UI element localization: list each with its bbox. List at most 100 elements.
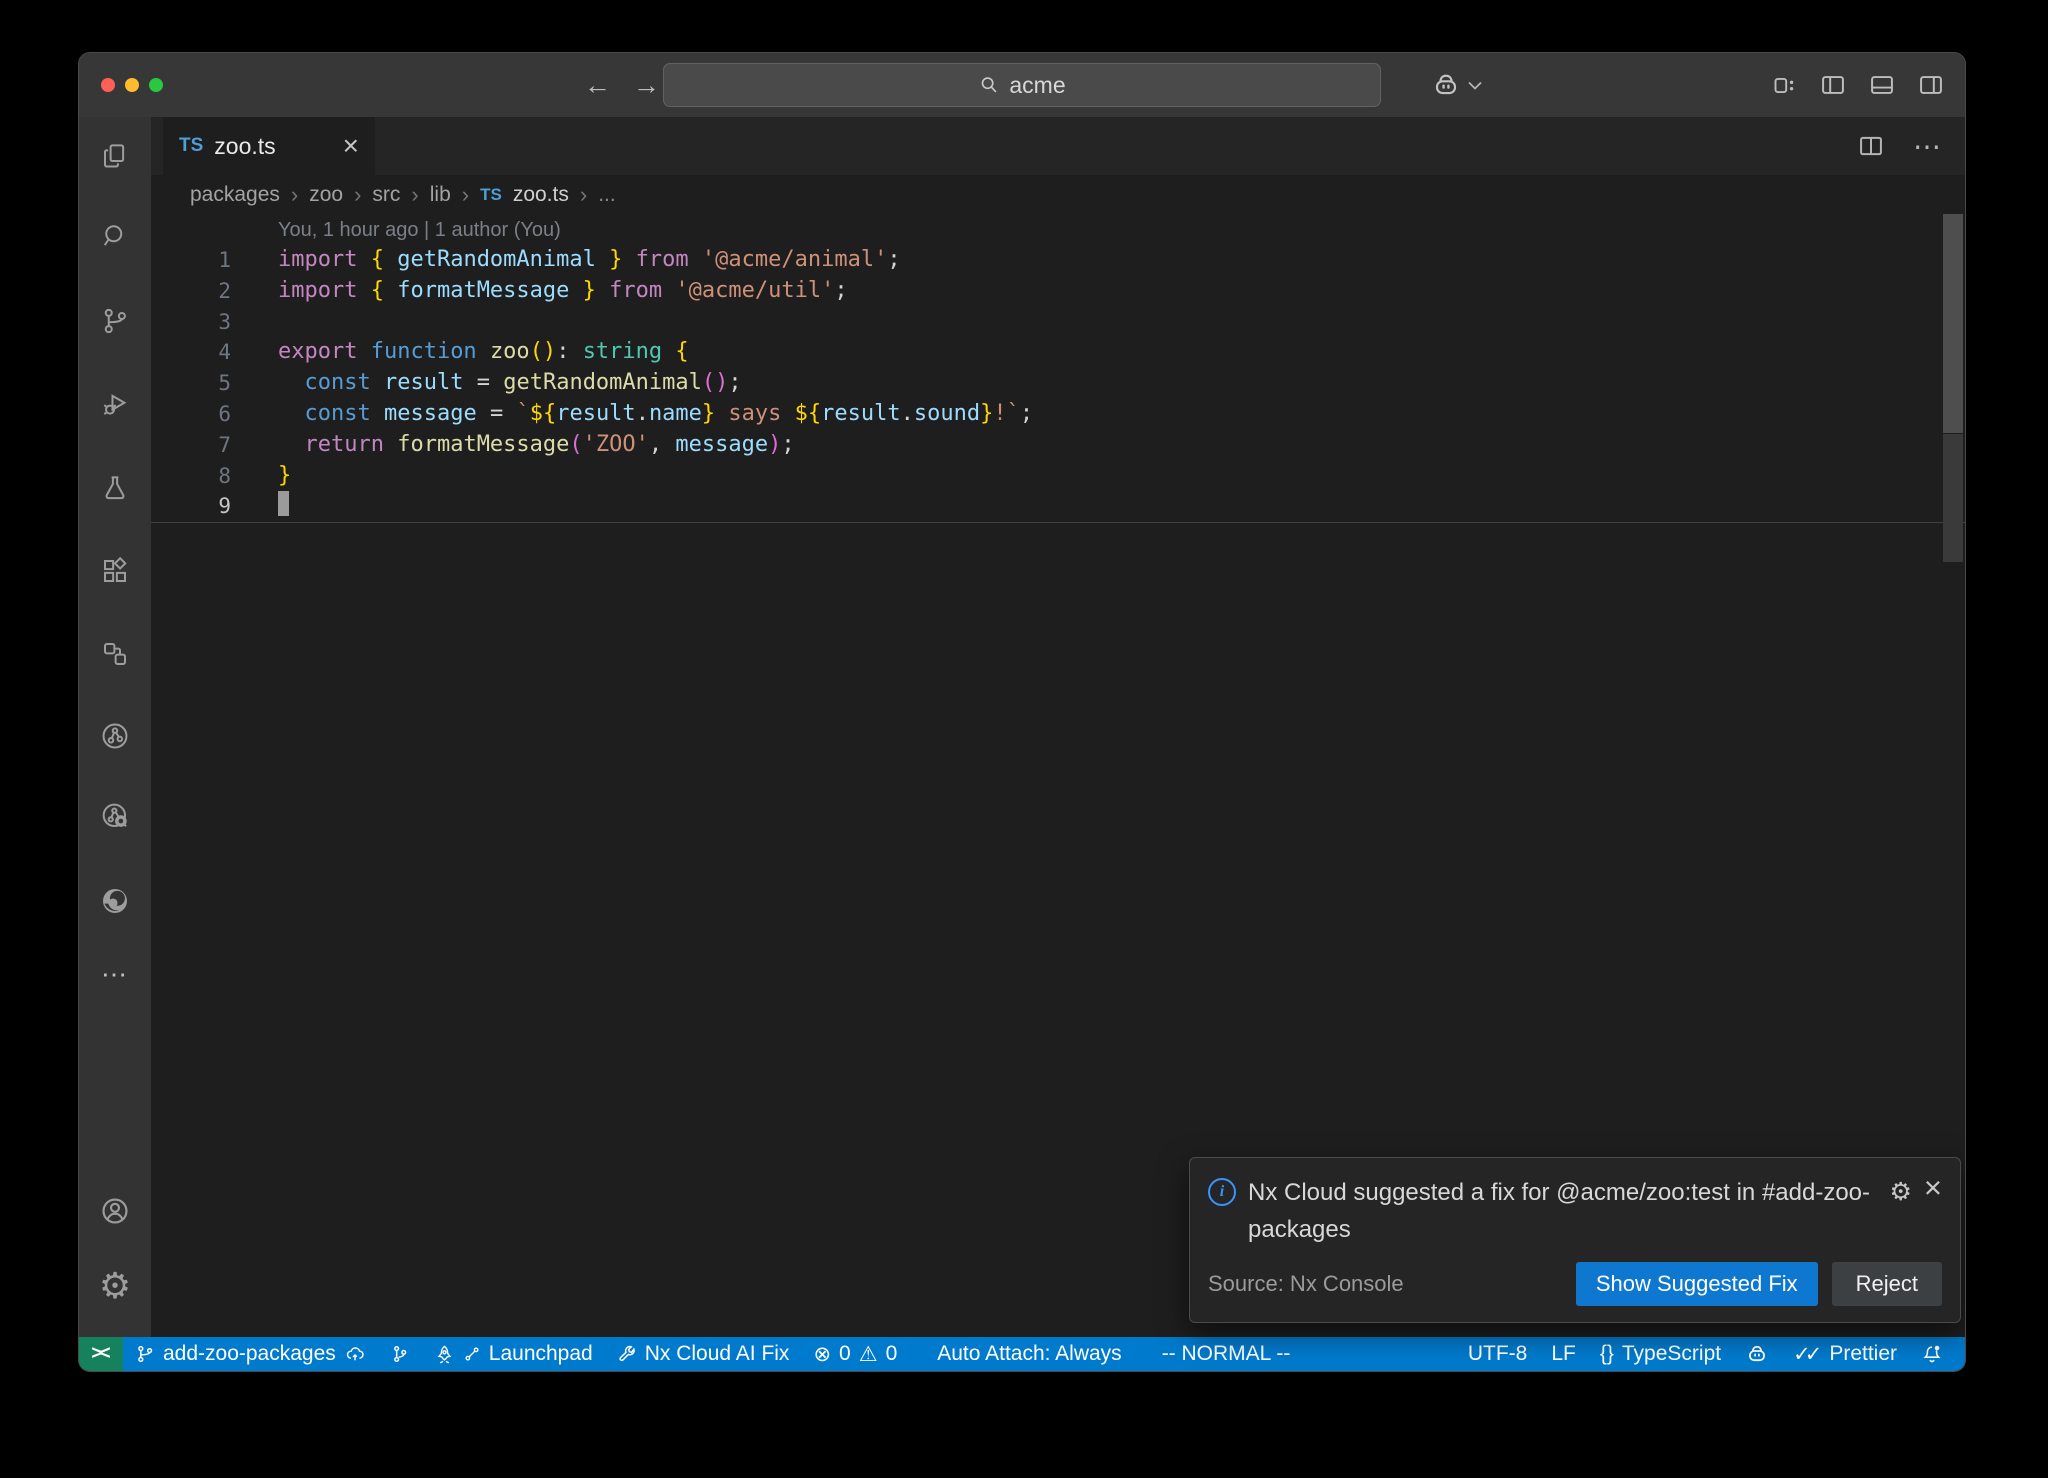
zoom-window-button[interactable] bbox=[149, 78, 163, 92]
code-line[interactable]: 8} bbox=[151, 461, 1965, 492]
notification-settings-gear-icon[interactable]: ⚙ bbox=[1889, 1177, 1911, 1207]
line-content[interactable]: const result = getRandomAnimal(); bbox=[231, 368, 742, 399]
line-number: 9 bbox=[151, 491, 231, 522]
nx-cloud-ai-fix-status[interactable]: Nx Cloud AI Fix bbox=[605, 1337, 802, 1371]
explorer-icon[interactable] bbox=[79, 134, 151, 178]
testing-icon[interactable] bbox=[79, 466, 151, 510]
editor-actions: ⋯ bbox=[1857, 117, 1941, 175]
breadcrumb-item-packages[interactable]: packages bbox=[190, 183, 280, 207]
toggle-secondary-sidebar-icon[interactable] bbox=[1917, 71, 1945, 99]
eol-status[interactable]: LF bbox=[1539, 1337, 1588, 1371]
line-content[interactable]: return formatMessage('ZOO', message); bbox=[231, 430, 795, 461]
search-sidebar-icon[interactable] bbox=[79, 214, 151, 258]
nx-console-icon[interactable] bbox=[79, 632, 151, 676]
remote-indicator[interactable]: >< bbox=[79, 1337, 123, 1371]
back-arrow-icon[interactable]: ← bbox=[584, 70, 611, 101]
chevron-right-icon: › bbox=[411, 182, 418, 208]
close-window-button[interactable] bbox=[101, 78, 115, 92]
code-line[interactable]: 1import { getRandomAnimal } from '@acme/… bbox=[151, 245, 1965, 276]
error-icon: ⊗ bbox=[813, 1344, 831, 1365]
rocket-icon bbox=[434, 1344, 455, 1365]
copilot-icon bbox=[1745, 1342, 1769, 1366]
breadcrumb-more[interactable]: ... bbox=[598, 183, 616, 207]
editor-scrollbar-thumb[interactable] bbox=[1943, 214, 1963, 433]
more-views-icon[interactable]: ⋯ bbox=[79, 952, 151, 996]
breadcrumb-item-src[interactable]: src bbox=[372, 183, 400, 207]
line-number: 3 bbox=[151, 307, 231, 338]
code-line[interactable]: 2import { formatMessage } from '@acme/ut… bbox=[151, 276, 1965, 307]
line-number: 7 bbox=[151, 430, 231, 461]
auto-attach-status[interactable]: Auto Attach: Always bbox=[925, 1337, 1133, 1371]
tab-zoo-ts[interactable]: TS zoo.ts × bbox=[163, 117, 375, 175]
launchpad-status[interactable]: Launchpad bbox=[422, 1337, 605, 1371]
show-suggested-fix-button[interactable]: Show Suggested Fix bbox=[1576, 1262, 1818, 1306]
line-content[interactable]: } bbox=[231, 461, 291, 492]
notification-close-icon[interactable]: × bbox=[1924, 1175, 1942, 1201]
customize-layout-icon[interactable] bbox=[1771, 72, 1798, 99]
extensions-icon[interactable] bbox=[79, 549, 151, 593]
vim-mode-status[interactable]: -- NORMAL -- bbox=[1150, 1337, 1303, 1371]
git-branch-icon bbox=[135, 1344, 155, 1364]
nx-project-graph-icon[interactable] bbox=[79, 794, 151, 838]
status-bar-right: UTF-8 LF {} TypeScript ✓✓ Prettier bbox=[1456, 1337, 1965, 1371]
encoding-status[interactable]: UTF-8 bbox=[1456, 1337, 1540, 1371]
breadcrumb-item-file[interactable]: zoo.ts bbox=[513, 183, 569, 207]
breadcrumb-item-zoo[interactable]: zoo bbox=[309, 183, 343, 207]
formatter-status[interactable]: ✓✓ Prettier bbox=[1781, 1337, 1909, 1371]
language-status[interactable]: {} TypeScript bbox=[1588, 1337, 1733, 1371]
history-nav: ← → bbox=[584, 53, 660, 117]
code-line[interactable]: 5 const result = getRandomAnimal(); bbox=[151, 368, 1965, 399]
editor-scrollbar-track[interactable] bbox=[1943, 434, 1963, 562]
git-branch-status[interactable]: add-zoo-packages bbox=[123, 1337, 378, 1371]
line-content[interactable] bbox=[231, 307, 278, 338]
line-content[interactable]: export function zoo(): string { bbox=[231, 337, 689, 368]
code-line[interactable]: 6 const message = `${result.name} says $… bbox=[151, 399, 1965, 430]
run-debug-icon[interactable] bbox=[79, 382, 151, 426]
toggle-panel-icon[interactable] bbox=[1868, 71, 1896, 99]
code-line[interactable]: 9 bbox=[151, 491, 1965, 523]
reject-button[interactable]: Reject bbox=[1832, 1262, 1942, 1306]
activity-bar: ⋯ ⚙ bbox=[79, 117, 151, 1337]
copilot-menu[interactable] bbox=[1431, 53, 1482, 117]
nx-cloud-ai-fix-label: Nx Cloud AI Fix bbox=[645, 1342, 790, 1366]
toast-header: i Nx Cloud suggested a fix for @acme/zoo… bbox=[1208, 1174, 1942, 1248]
tab-label: zoo.ts bbox=[214, 133, 331, 160]
notifications-bell[interactable] bbox=[1909, 1337, 1955, 1371]
chevron-right-icon: › bbox=[291, 182, 298, 208]
line-content[interactable] bbox=[231, 491, 289, 522]
breadcrumb-item-lib[interactable]: lib bbox=[430, 183, 451, 207]
line-number: 1 bbox=[151, 245, 231, 276]
source-control-icon[interactable] bbox=[79, 299, 151, 343]
chevron-right-icon: › bbox=[462, 182, 469, 208]
double-check-icon: ✓✓ bbox=[1793, 1342, 1821, 1367]
toast-source: Source: Nx Console bbox=[1208, 1271, 1576, 1297]
warning-count: 0 bbox=[886, 1342, 898, 1366]
tab-close-icon[interactable]: × bbox=[343, 132, 359, 160]
copilot-status[interactable] bbox=[1733, 1337, 1781, 1371]
search-value: acme bbox=[1009, 72, 1065, 99]
code-line[interactable]: 4export function zoo(): string { bbox=[151, 337, 1965, 368]
toggle-primary-sidebar-icon[interactable] bbox=[1819, 71, 1847, 99]
notification-toast: i Nx Cloud suggested a fix for @acme/zoo… bbox=[1189, 1157, 1961, 1323]
command-center-search[interactable]: acme bbox=[663, 63, 1381, 107]
settings-gear-icon[interactable]: ⚙ bbox=[79, 1264, 151, 1308]
edge-browser-icon[interactable] bbox=[79, 879, 151, 923]
code-line[interactable]: 7 return formatMessage('ZOO', message); bbox=[151, 430, 1965, 461]
line-number: 8 bbox=[151, 461, 231, 492]
code-line[interactable]: 3 bbox=[151, 307, 1965, 338]
split-editor-icon[interactable] bbox=[1857, 132, 1885, 160]
problems-status[interactable]: ⊗ 0 ⚠ 0 bbox=[801, 1337, 909, 1371]
source-control-graph-status[interactable] bbox=[378, 1337, 422, 1371]
forward-arrow-icon[interactable]: → bbox=[633, 70, 660, 101]
more-actions-icon[interactable]: ⋯ bbox=[1913, 130, 1941, 163]
language-label: TypeScript bbox=[1622, 1342, 1721, 1366]
line-content[interactable]: import { formatMessage } from '@acme/uti… bbox=[231, 276, 848, 307]
line-content[interactable]: const message = `${result.name} says ${r… bbox=[231, 399, 1033, 430]
minimize-window-button[interactable] bbox=[125, 78, 139, 92]
toast-footer: Source: Nx Console Show Suggested Fix Re… bbox=[1208, 1262, 1942, 1306]
accounts-icon[interactable] bbox=[79, 1189, 151, 1233]
line-content[interactable]: import { getRandomAnimal } from '@acme/a… bbox=[231, 245, 901, 276]
copilot-icon bbox=[1431, 70, 1461, 100]
nx-cloud-icon[interactable] bbox=[79, 714, 151, 758]
chevron-right-icon: › bbox=[354, 182, 361, 208]
